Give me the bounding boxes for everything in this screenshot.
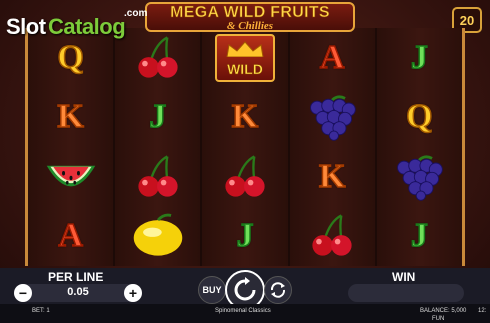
provider-name: Spinomenal Classics: [215, 308, 271, 314]
slotcatalog-logo: Slot Catalog .com: [6, 6, 148, 42]
balance-display: BALANCE: 5,000: [420, 308, 467, 314]
symbol-j: J: [410, 217, 429, 256]
symbol-cell: [290, 207, 375, 267]
win-label: WIN: [392, 270, 416, 284]
game-title-sub: & Chillies: [226, 20, 274, 32]
reel-3: WILD K J: [202, 28, 288, 267]
symbol-k: K: [231, 98, 259, 137]
symbol-cell: [28, 147, 113, 207]
symbol-cell: [290, 88, 375, 148]
symbol-q: Q: [405, 98, 433, 137]
game-title: MEGA WILD FRUITS & Chillies: [145, 2, 355, 32]
autoplay-icon: [270, 282, 286, 298]
symbol-k: K: [318, 157, 346, 196]
symbol-j: J: [236, 217, 255, 256]
bet-per-line-stepper: − 0.05 +: [14, 284, 142, 302]
autoplay-button[interactable]: [264, 276, 292, 304]
per-line-label: PER LINE: [48, 270, 104, 284]
grapes-icon: [310, 95, 356, 142]
symbol-j: J: [149, 98, 168, 137]
status-bar: BET: 1 Spinomenal Classics BALANCE: 5,00…: [0, 304, 490, 323]
symbol-cell: J: [202, 207, 287, 267]
grapes-icon: [397, 155, 444, 201]
symbol-cell: J: [115, 88, 200, 148]
symbol-cell: [377, 147, 462, 207]
clock: 12:: [478, 308, 487, 314]
symbol-cell: J: [377, 207, 462, 267]
win-amount-display: [348, 284, 464, 302]
symbol-a: A: [319, 38, 345, 77]
game-title-main: MEGA WILD FRUITS: [170, 4, 330, 22]
bet-total: BET: 1: [32, 308, 50, 314]
symbol-cell: J: [377, 28, 462, 88]
wild-symbol: WILD: [214, 33, 275, 82]
spin-icon: [234, 277, 256, 301]
symbol-q: Q: [57, 38, 85, 77]
symbol-cell: K: [28, 88, 113, 148]
reel-5: J Q J: [376, 28, 462, 267]
increase-bet-button[interactable]: +: [124, 284, 142, 302]
reel-grid: Q K A J WILD K J A K J Q J: [25, 28, 465, 266]
symbol-k: K: [57, 98, 85, 137]
symbol-cell: K: [202, 88, 287, 148]
lemon-icon: [133, 213, 183, 256]
mode-indicator: FUN: [432, 316, 445, 322]
symbol-cell: [115, 207, 200, 267]
symbol-cell: A: [28, 207, 113, 267]
crown-icon: [226, 40, 264, 57]
symbol-cell: Q: [377, 88, 462, 148]
symbol-cell: [115, 147, 200, 207]
symbol-cell: [202, 147, 287, 207]
buy-bonus-button[interactable]: BUY: [198, 276, 226, 304]
symbol-j: J: [410, 38, 429, 77]
watermelon-icon: [46, 165, 95, 187]
cherry-icon: [138, 155, 178, 197]
symbol-a: A: [58, 217, 84, 256]
symbol-cell: K: [290, 147, 375, 207]
reel-4: A K: [289, 28, 375, 267]
bet-per-line-value: 0.05: [67, 286, 89, 298]
logo-text-slot: Slot: [6, 14, 46, 39]
reel-2: J: [115, 28, 201, 267]
logo-text-com: .com: [124, 8, 148, 19]
cherry-icon: [225, 155, 265, 197]
logo-text-catalog: Catalog: [48, 14, 126, 39]
reel-1: Q K A: [28, 28, 114, 267]
symbol-cell: WILD: [202, 28, 287, 88]
symbol-cell: A: [290, 28, 375, 88]
cherry-icon: [312, 214, 352, 256]
wild-label: WILD: [227, 60, 263, 78]
